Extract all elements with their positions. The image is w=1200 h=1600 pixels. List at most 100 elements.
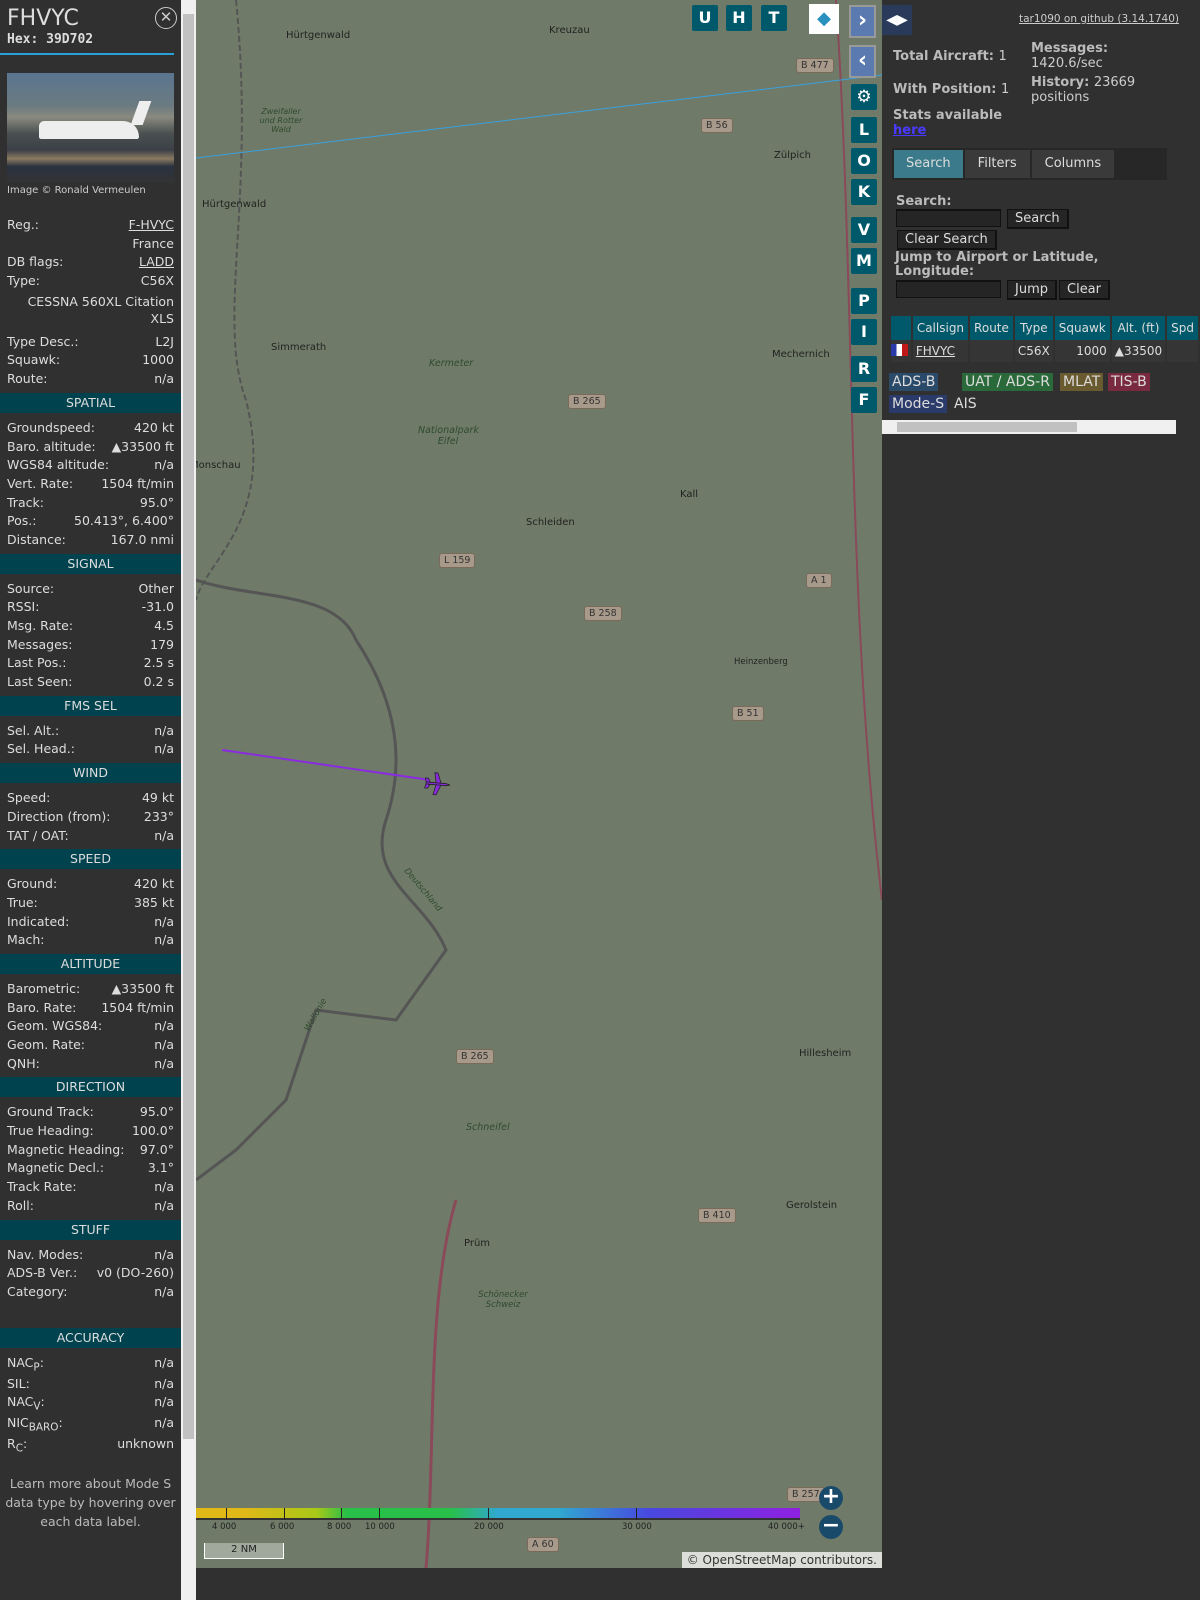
map-label: Schleiden xyxy=(526,517,575,528)
info-value: 49 kt xyxy=(141,790,174,806)
info-value: n/a xyxy=(154,1037,174,1052)
section-header-signal: SIGNAL xyxy=(0,553,181,574)
aircraft-detail-panel: FHVYC Hex: 39D702 ✕ Image © Ronald Verme… xyxy=(0,0,181,1600)
info-row: Route: n/a xyxy=(0,370,181,389)
map-button-t[interactable]: T xyxy=(761,5,787,31)
map-button-k[interactable]: K xyxy=(851,179,877,205)
info-row: Barometric: ▲33500 ft xyxy=(0,980,181,999)
column-header[interactable]: Spd xyxy=(1167,316,1198,340)
tab-columns[interactable]: Columns xyxy=(1031,150,1115,178)
aircraft-photo[interactable] xyxy=(7,73,174,183)
clear-search-button[interactable]: Clear Search xyxy=(897,230,997,250)
info-row-nacp: NACP: n/a xyxy=(7,1354,174,1374)
map-button-o[interactable]: O xyxy=(851,148,877,174)
info-row: True Heading: 100.0° xyxy=(0,1122,181,1141)
map-button-l[interactable]: L xyxy=(851,117,877,143)
close-icon[interactable]: ✕ xyxy=(155,7,177,29)
info-label: Roll: xyxy=(7,1197,34,1213)
info-row: Type: C56X xyxy=(0,272,181,291)
map-attribution[interactable]: © OpenStreetMap contributors. xyxy=(681,1552,882,1568)
clear-jump-button[interactable]: Clear xyxy=(1059,280,1110,300)
tab-filters[interactable]: Filters xyxy=(964,150,1030,178)
layers-icon[interactable]: ◆ xyxy=(809,4,839,34)
info-label: Direction (from): xyxy=(7,808,111,824)
info-label: Groundspeed: xyxy=(7,419,95,435)
settings-gear-icon[interactable]: ⚙ xyxy=(851,84,877,110)
info-value: CESSNA 560XL Citation XLS xyxy=(27,293,174,326)
altitude-scale-label: 4 000 xyxy=(212,1522,237,1532)
panel-tabs: Search Filters Columns xyxy=(892,148,1167,180)
info-row: QNH: n/a xyxy=(0,1055,181,1074)
info-label: Pos.: xyxy=(7,513,37,529)
info-label: Vert. Rate: xyxy=(7,475,74,491)
info-value: n/a xyxy=(154,932,174,948)
info-value: C56X xyxy=(140,273,174,289)
callsign-link[interactable]: FHVYC xyxy=(916,344,955,358)
expand-right-button[interactable]: › xyxy=(849,5,876,38)
jump-input[interactable] xyxy=(896,280,1001,298)
column-header[interactable] xyxy=(891,316,911,340)
info-label: Type: xyxy=(7,273,40,289)
column-header[interactable]: Type xyxy=(1014,316,1053,340)
altitude-scale-tick xyxy=(341,1508,342,1520)
info-value: Other xyxy=(138,580,175,596)
toggle-panel-arrows-icon[interactable]: ◀▶ xyxy=(882,5,912,35)
info-row: Pos.: 50.413°, 6.400° xyxy=(0,512,181,531)
column-header[interactable]: Alt. (ft) xyxy=(1111,316,1166,340)
search-label: Search: xyxy=(896,194,952,209)
left-panel-scrollbar[interactable] xyxy=(181,0,196,1600)
zoom-out-button[interactable]: − xyxy=(819,1515,843,1539)
info-label: QNH: xyxy=(7,1055,40,1071)
column-header[interactable]: Route xyxy=(970,316,1013,340)
info-value: n/a xyxy=(154,1018,174,1034)
info-value: 233° xyxy=(143,808,174,824)
map[interactable]: Kreuzau Hürtgenwald Zülpich Hürtgenwald … xyxy=(196,0,882,1568)
info-label: Last Pos.: xyxy=(7,655,67,671)
stats-link[interactable]: here xyxy=(893,123,926,138)
map-label: Kermeter xyxy=(429,358,474,369)
zoom-in-button[interactable]: + xyxy=(819,1486,843,1510)
map-button-v[interactable]: V xyxy=(851,217,877,243)
info-row-rc: RC: unknown xyxy=(7,1436,174,1455)
section-header-stuff: STUFF xyxy=(0,1219,181,1240)
map-button-m[interactable]: M xyxy=(851,248,877,274)
info-value: n/a xyxy=(154,1246,174,1262)
info-row: ADS-B Ver.: v0 (DO-260) xyxy=(0,1264,181,1283)
section-header-speed: SPEED xyxy=(0,849,181,870)
info-value[interactable]: F-HVYC xyxy=(129,216,174,235)
search-input[interactable] xyxy=(896,209,1001,227)
info-row: Baro. Rate: 1504 ft/min xyxy=(0,999,181,1018)
road-label: B 265 xyxy=(568,394,606,409)
jump-button[interactable]: Jump xyxy=(1007,280,1057,300)
map-button-r[interactable]: R xyxy=(851,356,877,382)
table-horizontal-scrollbar[interactable] xyxy=(882,420,1176,434)
map-label: Monschau xyxy=(196,460,241,471)
info-value: n/a xyxy=(154,741,174,757)
table-row[interactable]: FHVYC C56X 1000 ▲33500 xyxy=(891,340,1198,362)
info-value: 1504 ft/min xyxy=(101,999,174,1015)
column-header[interactable]: Callsign xyxy=(912,316,969,340)
info-label: Category: xyxy=(7,1283,68,1299)
tab-search[interactable]: Search xyxy=(894,150,963,178)
collapse-left-button[interactable]: ‹ xyxy=(849,45,876,78)
info-value[interactable]: LADD xyxy=(139,253,174,272)
column-header[interactable]: Squawk xyxy=(1054,316,1110,340)
search-button[interactable]: Search xyxy=(1007,209,1069,229)
info-row: Vert. Rate: 1504 ft/min xyxy=(0,475,181,494)
help-note: Learn more about Mode S data type by hov… xyxy=(5,1476,176,1530)
info-label: Sel. Alt.: xyxy=(7,722,60,738)
aircraft-callsign: FHVYC xyxy=(7,6,79,31)
map-button-h[interactable]: H xyxy=(726,5,752,31)
github-link[interactable]: tar1090 on github (3.14.1740) xyxy=(1019,13,1179,25)
map-button-i[interactable]: I xyxy=(851,319,877,345)
info-label: Last Seen: xyxy=(7,674,73,690)
cell-route xyxy=(970,340,1013,362)
map-button-u[interactable]: U xyxy=(692,5,718,31)
info-value: 50.413°, 6.400° xyxy=(74,513,174,529)
info-row: True: 385 kt xyxy=(0,894,181,913)
section-header-direction: DIRECTION xyxy=(0,1077,181,1098)
info-value: 1000 xyxy=(142,352,174,368)
info-row: Reg.: F-HVYC xyxy=(0,216,181,235)
map-button-p[interactable]: P xyxy=(851,288,877,314)
map-button-f[interactable]: F xyxy=(851,387,877,413)
